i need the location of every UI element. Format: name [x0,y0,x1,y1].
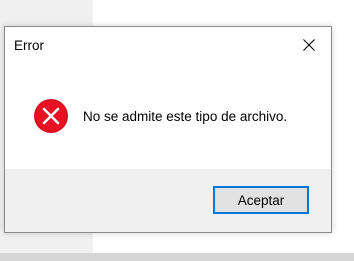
close-icon [303,39,315,51]
background-scrollbar [0,253,354,261]
dialog-title: Error [14,38,44,53]
close-button[interactable] [287,27,331,63]
error-dialog: Error No se admite este tipo de archivo.… [4,26,332,233]
accept-button[interactable]: Aceptar [213,186,309,214]
error-message: No se admite este tipo de archivo. [83,109,288,124]
error-icon [34,99,68,133]
dialog-content: No se admite este tipo de archivo. [5,65,331,169]
dialog-titlebar[interactable]: Error [5,27,331,65]
dialog-footer: Aceptar [5,169,331,232]
